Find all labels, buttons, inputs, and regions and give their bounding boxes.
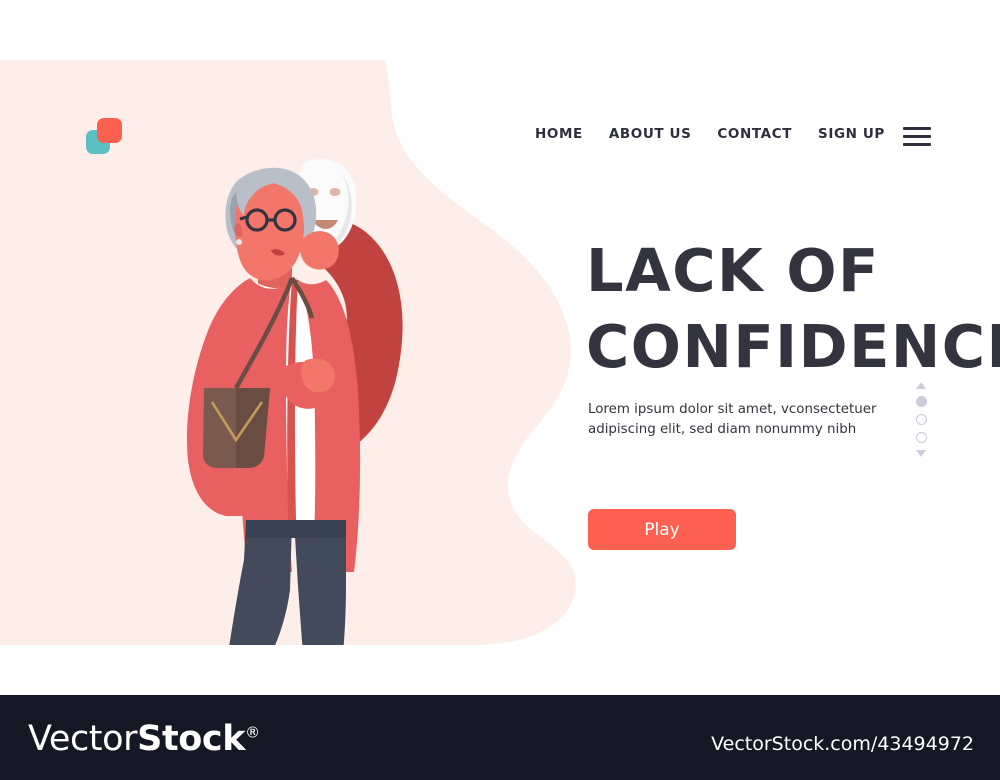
nav-item-sign-up[interactable]: SIGN UP [818,126,885,142]
pants-left-leg [229,520,292,645]
wordmark-bold: Stock [137,719,246,759]
hamburger-bar-2 [903,134,931,139]
chevron-up-icon[interactable] [916,382,926,389]
pagination-dot-3[interactable] [915,432,927,443]
logo-square-red [97,118,122,143]
headline-line-1: LACK OF [586,236,880,305]
headline-line-2: CONFIDENCE [586,312,1000,381]
wordmark-thin: Vector [28,719,138,759]
page-canvas: HOME ABOUT US CONTACT SIGN UP LACK OF CO… [0,0,1000,780]
hero-paragraph: Lorem ipsum dolor sit amet, vconsectetue… [588,402,877,437]
pagination-dot-1[interactable] [915,396,927,407]
hamburger-menu-icon[interactable] [903,127,931,146]
hand-holding-mask [299,231,339,270]
pants-right-leg [294,520,346,645]
hamburger-bar-1 [903,127,931,131]
pants-waistband [246,520,346,538]
nav-item-about-us[interactable]: ABOUT US [609,126,692,142]
vectorstock-wordmark: VectorStock® [28,719,260,759]
pagination-dot-2[interactable] [915,414,927,425]
nav-item-home[interactable]: HOME [535,126,583,142]
page-title: LACK OF CONFIDENCE [586,233,1000,385]
registered-mark-icon: ® [245,723,260,742]
brand-logo[interactable] [86,118,124,156]
elderly-woman-illustration [186,158,403,645]
hamburger-bar-3 [903,142,931,146]
main-navigation: HOME ABOUT US CONTACT SIGN UP [535,126,885,142]
vectorstock-url: VectorStock.com/43494972 [711,733,974,755]
chevron-down-icon[interactable] [916,450,926,457]
slider-pagination [908,382,934,457]
earring [236,239,242,245]
play-button[interactable]: Play [588,509,736,550]
nav-item-contact[interactable]: CONTACT [717,126,792,142]
handbag [203,388,270,468]
